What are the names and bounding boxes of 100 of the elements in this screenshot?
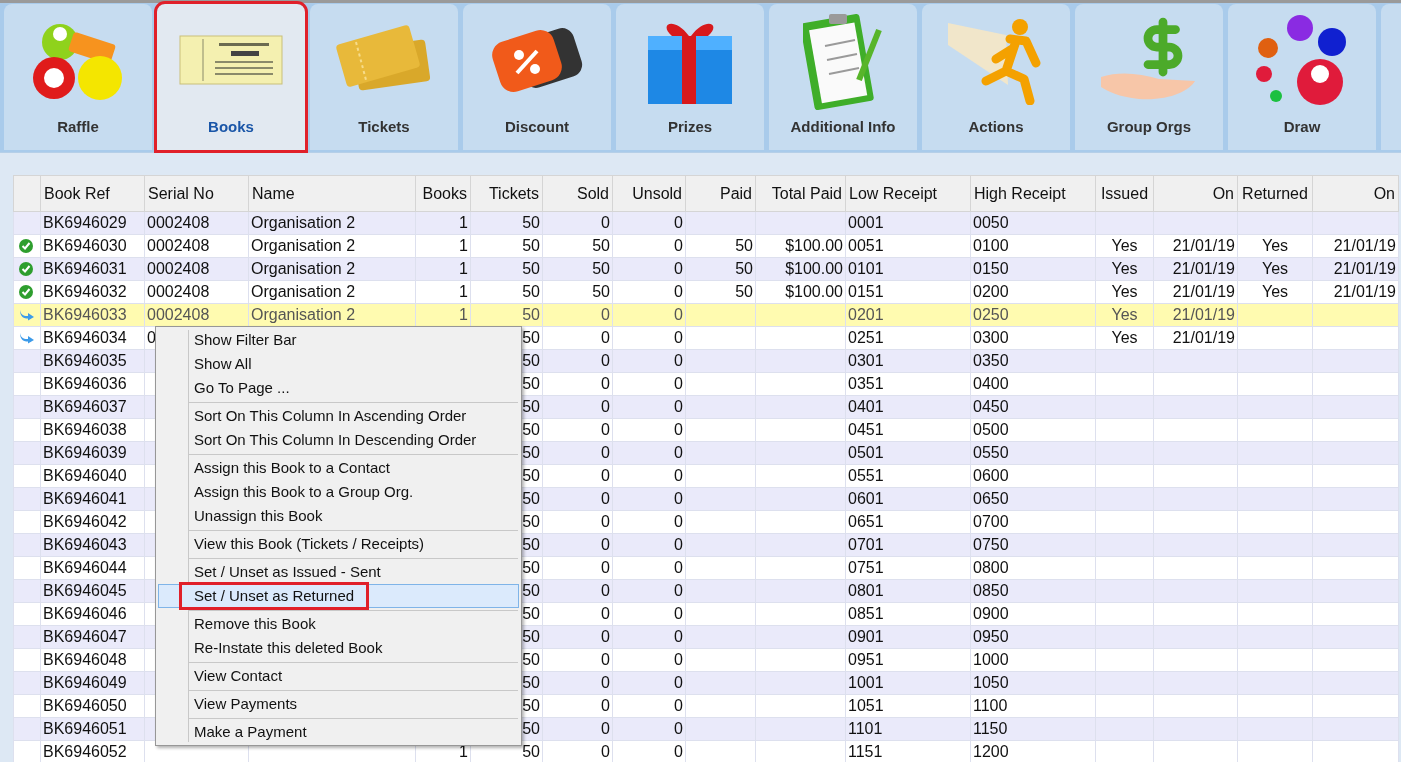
table-cell: Yes bbox=[1111, 237, 1138, 254]
table-cell: 50 bbox=[522, 444, 540, 461]
menu-item[interactable]: View Payments bbox=[158, 692, 519, 716]
table-cell: 21/01/19 bbox=[1172, 283, 1235, 300]
table-cell: BK6946045 bbox=[43, 582, 127, 599]
table-cell: 0600 bbox=[973, 467, 1009, 484]
table-cell: 0 bbox=[674, 605, 683, 622]
table-cell: 1200 bbox=[973, 743, 1009, 760]
table-cell: BK6946039 bbox=[43, 444, 127, 461]
table-cell: 50 bbox=[522, 283, 540, 300]
table-cell: 1 bbox=[459, 283, 468, 300]
table-cell: 0551 bbox=[848, 467, 884, 484]
toolbar-tab[interactable]: Actions bbox=[922, 4, 1070, 150]
table-cell: 0 bbox=[674, 697, 683, 714]
table-cell: Yes bbox=[1111, 260, 1138, 277]
column-header[interactable]: Low Receipt bbox=[845, 175, 971, 212]
table-cell: 0650 bbox=[973, 490, 1009, 507]
table-cell: 0 bbox=[674, 513, 683, 530]
table-cell: Yes bbox=[1111, 329, 1138, 346]
column-header[interactable]: Paid bbox=[685, 175, 756, 212]
toolbar-tab[interactable]: Books bbox=[157, 4, 305, 150]
column-header[interactable]: Tickets bbox=[470, 175, 543, 212]
table-row[interactable]: BK6946032 0002408 Organisation 2 1 50 50 0 50 $100.00 0151 0200 Yes 21/01/19 Yes 21/01/19 bbox=[13, 280, 1399, 304]
table-cell: 0 bbox=[601, 352, 610, 369]
menu-item[interactable]: Show Filter Bar bbox=[158, 328, 519, 352]
column-header[interactable]: Sold bbox=[542, 175, 613, 212]
toolbar-tab[interactable]: Group Orgs bbox=[1075, 4, 1223, 150]
menu-item[interactable]: Set / Unset as Returned bbox=[158, 584, 519, 608]
column-header[interactable]: Serial No bbox=[144, 175, 249, 212]
column-header[interactable]: Issued bbox=[1095, 175, 1154, 212]
table-cell: 1000 bbox=[973, 651, 1009, 668]
menu-item[interactable]: View this Book (Tickets / Receipts) bbox=[158, 532, 519, 556]
table-cell: 0201 bbox=[848, 306, 884, 323]
table-cell: 0 bbox=[601, 674, 610, 691]
toolbar-tab[interactable]: Additional Info bbox=[769, 4, 917, 150]
column-header[interactable]: Book Ref bbox=[40, 175, 145, 212]
table-cell: 0100 bbox=[973, 237, 1009, 254]
table-cell: 0 bbox=[674, 214, 683, 231]
table-cell: 0 bbox=[674, 559, 683, 576]
table-cell: 50 bbox=[522, 306, 540, 323]
table-cell: 0400 bbox=[973, 375, 1009, 392]
column-header[interactable]: Unsold bbox=[612, 175, 686, 212]
table-cell: 50 bbox=[522, 421, 540, 438]
toolbar-tab[interactable]: Discount bbox=[463, 4, 611, 150]
table-cell: 0002408 bbox=[147, 237, 210, 254]
partial-tab[interactable] bbox=[1381, 4, 1401, 150]
table-cell: 1 bbox=[459, 214, 468, 231]
toolbar-tab[interactable]: Tickets bbox=[310, 4, 458, 150]
table-cell: 50 bbox=[522, 467, 540, 484]
table-cell: 0 bbox=[601, 513, 610, 530]
column-header[interactable]: Name bbox=[248, 175, 416, 212]
table-cell: BK6946040 bbox=[43, 467, 127, 484]
table-cell: 0 bbox=[674, 582, 683, 599]
table-cell: 0451 bbox=[848, 421, 884, 438]
column-header[interactable]: On bbox=[1153, 175, 1238, 212]
table-row[interactable]: BK6946030 0002408 Organisation 2 1 50 50 0 50 $100.00 0051 0100 Yes 21/01/19 Yes 21/01/19 bbox=[13, 234, 1399, 258]
table-cell: 0 bbox=[674, 674, 683, 691]
table-cell: BK6946038 bbox=[43, 421, 127, 438]
table-cell: Organisation 2 bbox=[251, 214, 356, 231]
table-cell: 0401 bbox=[848, 398, 884, 415]
toolbar-tab[interactable]: Raffle bbox=[4, 4, 152, 150]
table-cell: 0750 bbox=[973, 536, 1009, 553]
table-cell: 0 bbox=[601, 582, 610, 599]
toolbar-tab[interactable]: Draw bbox=[1228, 4, 1376, 150]
table-row[interactable]: BK6946029 0002408 Organisation 2 1 50 0 0 0001 0050 bbox=[13, 211, 1399, 235]
table-cell: BK6946042 bbox=[43, 513, 127, 530]
table-cell: 50 bbox=[592, 237, 610, 254]
table-cell: 0 bbox=[601, 444, 610, 461]
table-row[interactable]: BK6946033 0002408 Organisation 2 1 50 0 0 0201 0250 Yes 21/01/19 bbox=[13, 303, 1399, 327]
toolbar-tab[interactable]: Prizes bbox=[616, 4, 764, 150]
column-header[interactable]: Total Paid bbox=[755, 175, 846, 212]
table-cell: 0550 bbox=[973, 444, 1009, 461]
table-cell: 0 bbox=[674, 237, 683, 254]
table-cell: 0 bbox=[674, 444, 683, 461]
table-cell: 0951 bbox=[848, 651, 884, 668]
column-header[interactable]: Books bbox=[415, 175, 471, 212]
table-cell: 0051 bbox=[848, 237, 884, 254]
table-cell: BK6946052 bbox=[43, 743, 127, 760]
table-cell: Yes bbox=[1261, 283, 1289, 300]
table-cell: BK6946047 bbox=[43, 628, 127, 645]
table-cell: 0801 bbox=[848, 582, 884, 599]
table-cell: BK6946037 bbox=[43, 398, 127, 415]
table-cell: 0101 bbox=[848, 260, 884, 277]
table-cell: 0 bbox=[601, 605, 610, 622]
table-cell: 50 bbox=[522, 237, 540, 254]
table-cell: 50 bbox=[592, 283, 610, 300]
table-cell: 0050 bbox=[973, 214, 1009, 231]
table-row[interactable]: BK6946031 0002408 Organisation 2 1 50 50 0 50 $100.00 0101 0150 Yes 21/01/19 Yes 21/01/19 bbox=[13, 257, 1399, 281]
table-cell: 50 bbox=[522, 536, 540, 553]
table-cell: 0 bbox=[674, 467, 683, 484]
table-cell: 21/01/19 bbox=[1172, 260, 1235, 277]
table-cell: $100.00 bbox=[785, 283, 843, 300]
column-header[interactable]: High Receipt bbox=[970, 175, 1096, 212]
column-header[interactable]: On bbox=[1312, 175, 1399, 212]
column-header[interactable]: Returned bbox=[1237, 175, 1313, 212]
table-cell: 0 bbox=[601, 421, 610, 438]
table-cell: 0 bbox=[147, 329, 156, 346]
table-cell: 50 bbox=[735, 283, 753, 300]
table-cell: BK6946051 bbox=[43, 720, 127, 737]
table-cell: 0002408 bbox=[147, 283, 210, 300]
